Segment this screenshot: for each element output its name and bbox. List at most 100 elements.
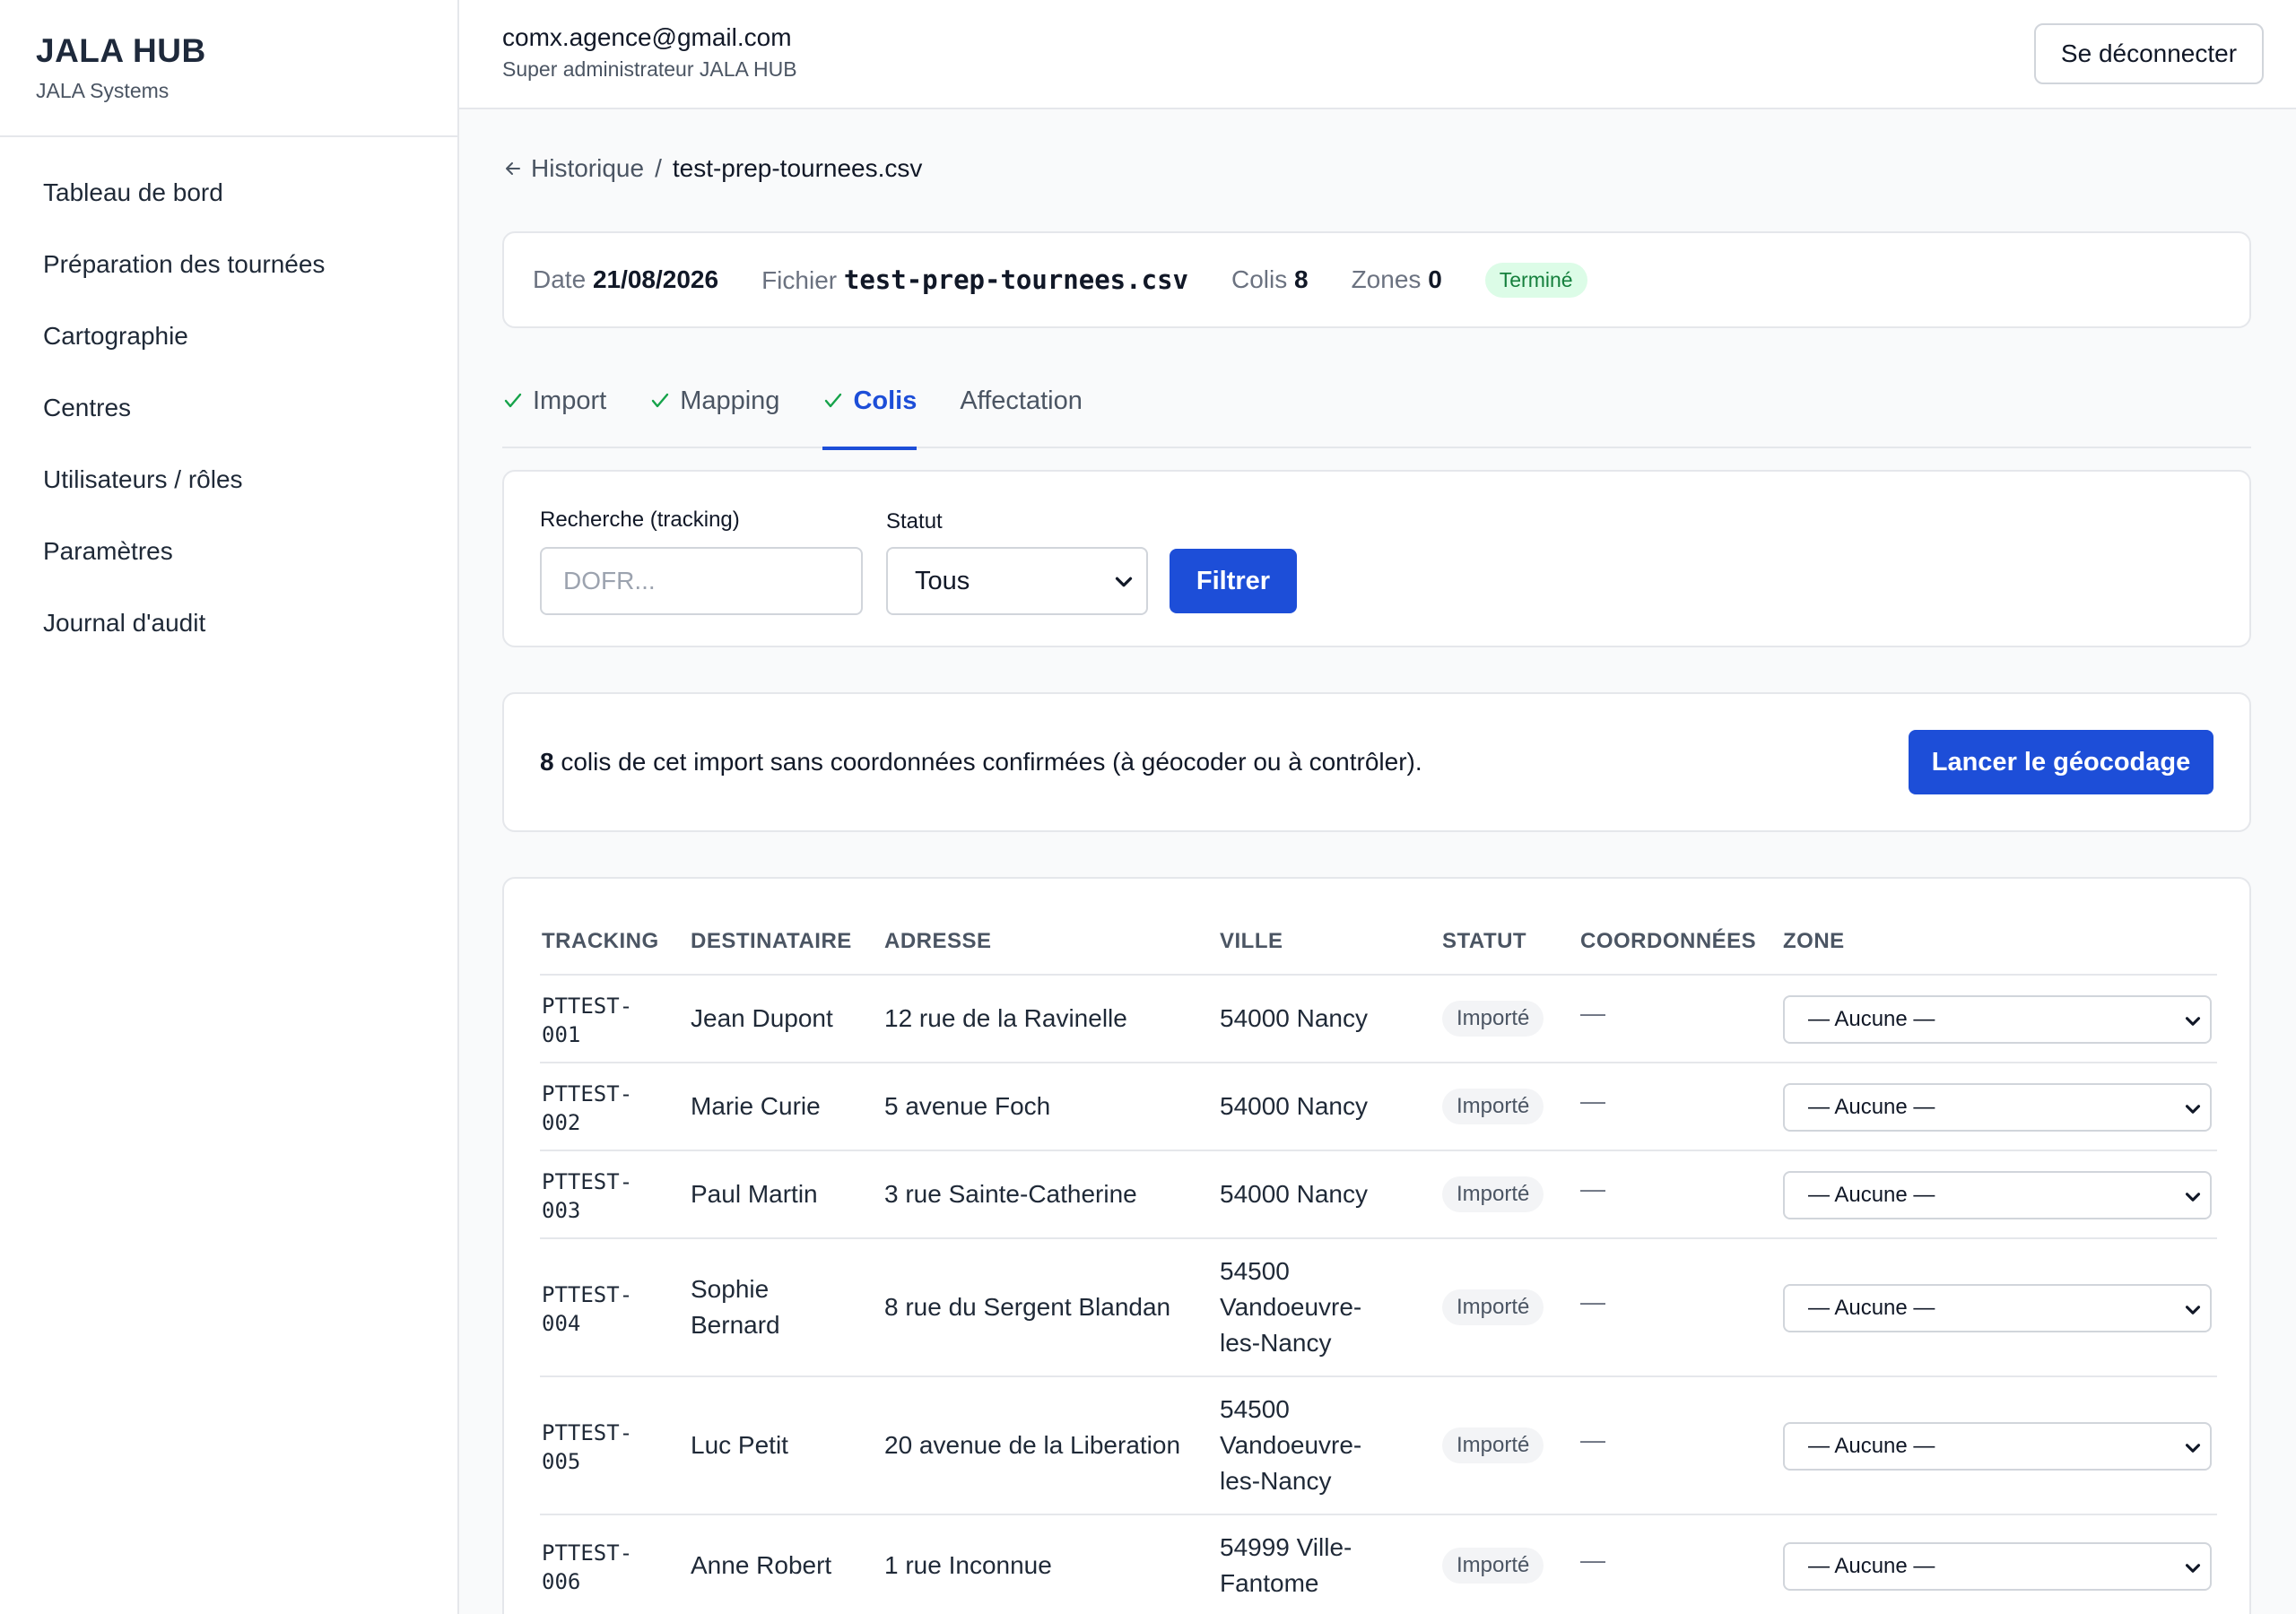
sidebar-item-tableau-de-bord[interactable]: Tableau de bord	[0, 157, 457, 229]
destinataire: Paul Martin	[691, 1180, 818, 1208]
sidebar: JALA HUB JALA Systems Tableau de bord Pr…	[0, 0, 459, 1614]
sidebar-item-preparation-tournees[interactable]: Préparation des tournées	[0, 229, 457, 300]
info-zones-value: 0	[1428, 265, 1442, 293]
status-badge: Terminé	[1484, 262, 1587, 298]
destinataire: Luc Petit	[691, 1431, 788, 1459]
tab-mapping-label: Mapping	[680, 386, 780, 415]
chevron-down-icon	[2185, 1017, 2201, 1026]
tab-mapping[interactable]: Mapping	[649, 368, 779, 448]
tracking-line1: PTTEST-	[542, 1282, 633, 1307]
info-colis-label: Colis	[1231, 265, 1288, 293]
breadcrumb-back-link[interactable]: Historique	[502, 154, 644, 183]
geocode-card: 8 colis de cet import sans coordonnées c…	[502, 692, 2251, 832]
table-row: PTTEST- 002 Marie Curie 5 avenue Foch 54…	[540, 1063, 2217, 1151]
tab-colis-label: Colis	[853, 386, 918, 415]
tab-affectation-label: Affectation	[960, 386, 1083, 415]
tab-import-label: Import	[533, 386, 607, 415]
import-info-card: Date 21/08/2026 Fichier test-prep-tourne…	[502, 231, 2251, 328]
status-badge: Importé	[1442, 1001, 1544, 1037]
zone-select-value: — Aucune —	[1808, 1434, 1935, 1458]
zone-select[interactable]: — Aucune —	[1783, 995, 2212, 1044]
filter-button[interactable]: Filtrer	[1170, 549, 1297, 613]
coordinates: —	[1580, 1087, 1605, 1115]
status-label: Statut	[886, 509, 943, 534]
adresse: 12 rue de la Ravinelle	[884, 1004, 1127, 1032]
info-colis: Colis 8	[1231, 265, 1309, 294]
status-badge: Importé	[1442, 1176, 1544, 1212]
table-row: PTTEST- 001 Jean Dupont 12 rue de la Rav…	[540, 976, 2217, 1063]
tracking-line1: PTTEST-	[542, 1169, 633, 1194]
chevron-down-icon	[2185, 1444, 2201, 1453]
zone-select[interactable]: — Aucune —	[1783, 1083, 2212, 1132]
chevron-down-icon	[2185, 1306, 2201, 1315]
top-header: comx.agence@gmail.com Super administrate…	[459, 0, 2296, 109]
adresse: 8 rue du Sergent Blandan	[884, 1293, 1171, 1321]
table-header: TRACKING DESTINATAIRE ADRESSE VILLE STAT…	[540, 879, 2217, 976]
th-adresse: ADRESSE	[884, 929, 992, 953]
th-zone: ZONE	[1783, 929, 1845, 953]
sidebar-item-centres[interactable]: Centres	[0, 372, 457, 444]
breadcrumb-separator: /	[655, 154, 662, 182]
tracking-line1: PTTEST-	[542, 994, 633, 1019]
brand: JALA HUB JALA Systems	[0, 0, 457, 137]
filter-card: Recherche (tracking) Statut Tous Filtrer	[502, 470, 2251, 647]
tab-colis[interactable]: Colis	[822, 368, 918, 450]
adresse: 5 avenue Foch	[884, 1092, 1051, 1120]
destinataire: Marie Curie	[691, 1092, 821, 1120]
info-file-value: test-prep-tournees.csv	[843, 265, 1188, 295]
tracking-line1: PTTEST-	[542, 1540, 633, 1566]
geocode-button[interactable]: Lancer le géocodage	[1909, 730, 2213, 794]
ville-line1: 54500	[1220, 1257, 1290, 1285]
status-badge: Importé	[1442, 1089, 1544, 1124]
search-input[interactable]	[540, 547, 863, 615]
info-file: Fichier test-prep-tournees.csv	[761, 265, 1188, 295]
status-select[interactable]: Tous	[886, 547, 1148, 615]
ville-line3: les-Nancy	[1220, 1467, 1332, 1495]
step-tabs: Import Mapping Colis Affectation	[502, 368, 2251, 450]
zone-select[interactable]: — Aucune —	[1783, 1171, 2212, 1219]
destinataire-line1: Sophie	[691, 1275, 770, 1303]
th-tracking: TRACKING	[542, 929, 659, 953]
sidebar-item-cartographie[interactable]: Cartographie	[0, 300, 457, 372]
tab-import[interactable]: Import	[502, 368, 606, 448]
status-badge: Importé	[1442, 1548, 1544, 1584]
check-icon	[651, 393, 669, 408]
tab-affectation[interactable]: Affectation	[960, 368, 1083, 448]
status-badge: Importé	[1442, 1289, 1544, 1325]
ville-line2: Fantome	[1220, 1569, 1319, 1597]
ville-line1: 54999 Ville-	[1220, 1533, 1352, 1561]
tracking-line2: 003	[542, 1198, 581, 1223]
breadcrumb: Historique / test-prep-tournees.csv	[502, 154, 922, 183]
zone-select-value: — Aucune —	[1808, 1554, 1935, 1578]
geocode-message: 8 colis de cet import sans coordonnées c…	[540, 748, 1422, 777]
info-date: Date 21/08/2026	[533, 265, 718, 294]
ville-line2: Vandoeuvre-	[1220, 1293, 1362, 1321]
coordinates: —	[1580, 1546, 1605, 1574]
th-ville: VILLE	[1220, 929, 1283, 953]
th-statut: STATUT	[1442, 929, 1527, 953]
coordinates: —	[1580, 1426, 1605, 1453]
sidebar-item-journal-audit[interactable]: Journal d'audit	[0, 587, 457, 659]
logout-button[interactable]: Se déconnecter	[2034, 23, 2264, 84]
tracking-line2: 001	[542, 1022, 581, 1047]
info-colis-value: 8	[1294, 265, 1309, 293]
main-content: Historique / test-prep-tournees.csv Date…	[459, 109, 2296, 1614]
ville-line2: Vandoeuvre-	[1220, 1431, 1362, 1459]
status-badge: Importé	[1442, 1427, 1544, 1463]
zone-select[interactable]: — Aucune —	[1783, 1422, 2212, 1471]
coordinates: —	[1580, 1175, 1605, 1202]
sidebar-item-parametres[interactable]: Paramètres	[0, 516, 457, 587]
ville-line1: 54500	[1220, 1395, 1290, 1423]
breadcrumb-back-label: Historique	[531, 154, 645, 182]
search-label: Recherche (tracking)	[540, 508, 740, 532]
check-icon	[504, 393, 522, 408]
zone-select[interactable]: — Aucune —	[1783, 1284, 2212, 1332]
th-destinataire: DESTINATAIRE	[691, 929, 852, 953]
chevron-down-icon	[2185, 1564, 2201, 1573]
ville: 54000 Nancy	[1220, 1180, 1369, 1208]
zone-select[interactable]: — Aucune —	[1783, 1542, 2212, 1591]
tracking-line2: 005	[542, 1449, 581, 1474]
adresse: 1 rue Inconnue	[884, 1551, 1052, 1579]
sidebar-item-utilisateurs-roles[interactable]: Utilisateurs / rôles	[0, 444, 457, 516]
destinataire: Anne Robert	[691, 1551, 832, 1579]
